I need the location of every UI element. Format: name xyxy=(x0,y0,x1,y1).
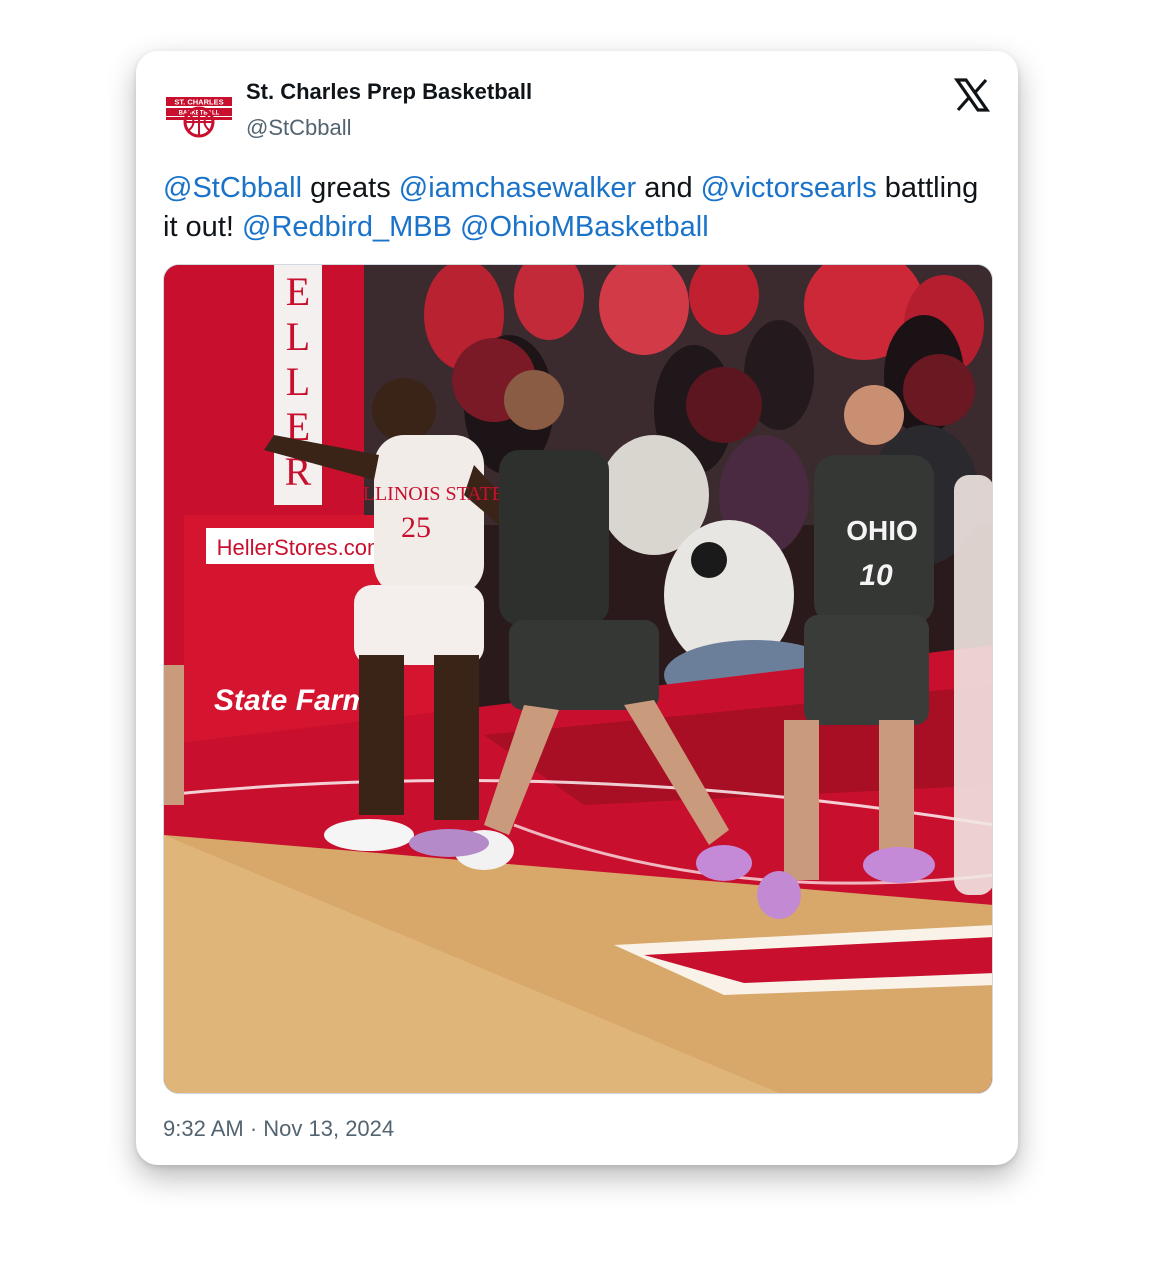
basketball-logo-icon: ST. CHARLES BASKETBALL xyxy=(166,97,232,138)
jersey-left-text: ILLINOIS STATE xyxy=(356,483,504,505)
mention-redbird-mbb[interactable]: @Redbird_MBB xyxy=(242,211,452,243)
tweet-text-segment: and xyxy=(636,172,701,204)
avatar-text-top: ST. CHARLES xyxy=(174,98,223,107)
signage-sponsor: State Farm xyxy=(214,684,369,717)
mention-stcbball[interactable]: @StCbball xyxy=(163,172,302,204)
user-handle[interactable]: @StCbball xyxy=(246,114,532,142)
tweet-text-segment: greats xyxy=(302,172,399,204)
svg-text:L: L xyxy=(286,314,310,359)
tweet-header: ST. CHARLES BASKETBALL St. Charles Prep … xyxy=(164,77,991,147)
tweet-photo[interactable]: E L L E R HellerStores.com State Farm IL… xyxy=(163,264,993,1094)
mention-victorsearls[interactable]: @victorsearls xyxy=(701,172,877,204)
tweet-timestamp[interactable]: 9:32 AM · Nov 13, 2024 xyxy=(163,1115,394,1143)
mention-iamchasewalker[interactable]: @iamchasewalker xyxy=(399,172,636,204)
tweet-text: @StCbball greats @iamchasewalker and @vi… xyxy=(163,169,983,247)
mention-ohiombasketball[interactable]: @OhioMBasketball xyxy=(460,211,709,243)
tweet-text-segment xyxy=(452,211,460,243)
display-name[interactable]: St. Charles Prep Basketball xyxy=(246,78,532,106)
jersey-right-text: OHIO xyxy=(846,515,918,546)
avatar[interactable]: ST. CHARLES BASKETBALL xyxy=(164,85,234,155)
jersey-left-number: 25 xyxy=(401,511,431,544)
svg-text:L: L xyxy=(286,359,310,404)
author-block: St. Charles Prep Basketball @StCbball xyxy=(246,77,532,142)
signage-banner: HellerStores.com xyxy=(217,535,386,560)
x-logo-icon[interactable] xyxy=(953,77,991,113)
tweet-card: ST. CHARLES BASKETBALL St. Charles Prep … xyxy=(136,51,1018,1165)
basketball-game-photo: E L L E R HellerStores.com State Farm IL… xyxy=(164,265,992,1093)
jersey-right-number: 10 xyxy=(859,559,893,592)
pillar-letters: E xyxy=(286,269,310,314)
